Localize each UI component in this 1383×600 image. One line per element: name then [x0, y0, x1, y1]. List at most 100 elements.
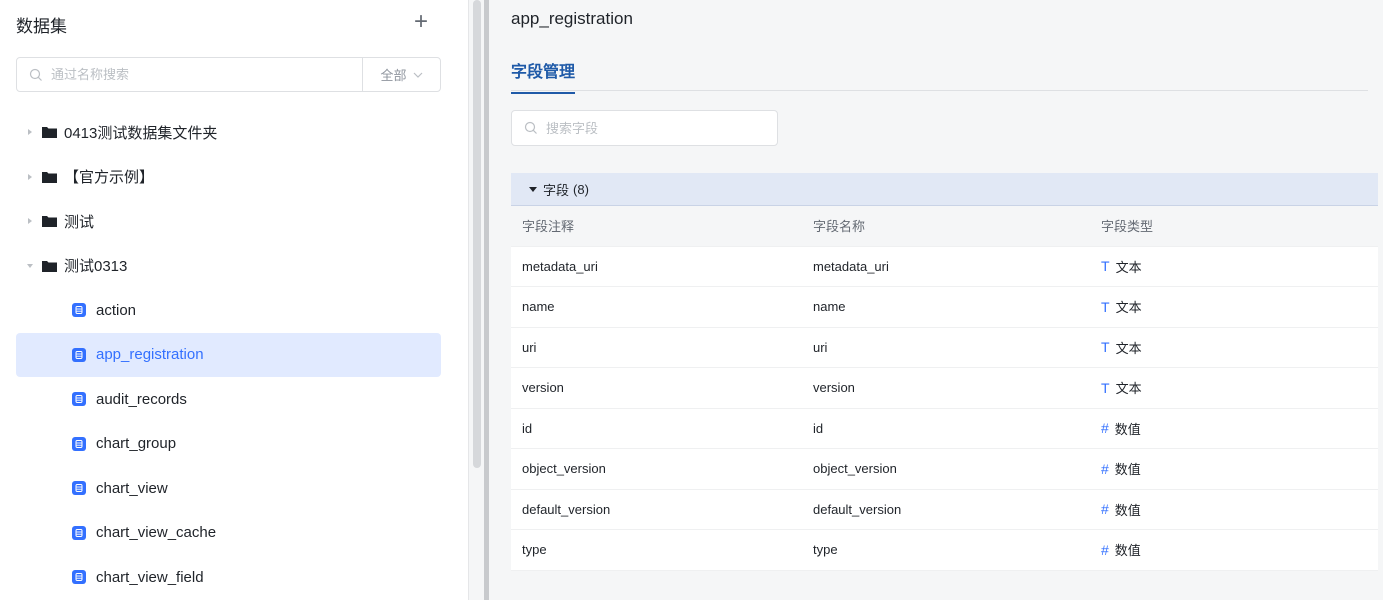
chevron-down-icon	[413, 72, 422, 78]
field-type-label: 文本	[1115, 381, 1142, 397]
field-comment-cell: object_version	[522, 461, 606, 477]
dataset-tree: 0413测试数据集文件夹 【官方示例】 测试 测试0313 action app…	[16, 110, 441, 600]
dataset-search-input[interactable]	[51, 67, 362, 82]
field-comment-cell: metadata_uri	[522, 258, 598, 274]
sidebar-title: 数据集	[16, 17, 67, 36]
field-type-label: 文本	[1115, 340, 1142, 356]
field-type-cell: # 数值	[1090, 419, 1141, 438]
text-type-icon: T	[1101, 339, 1110, 356]
tree-table-item[interactable]: chart_view_cache	[16, 511, 441, 556]
column-header-type: 字段类型	[1101, 219, 1154, 235]
caret-right-icon	[28, 129, 32, 136]
field-name-cell: default_version	[813, 501, 902, 517]
table-row: name name T 文本	[511, 287, 1378, 328]
number-type-icon: #	[1101, 501, 1109, 518]
dataset-search-box: 全部	[16, 57, 441, 92]
database-table-icon	[72, 436, 86, 451]
field-group-header[interactable]: 字段 (8)	[511, 173, 1378, 206]
caret-down-icon	[529, 187, 537, 192]
number-type-icon: #	[1101, 541, 1109, 558]
field-type-cell: # 数值	[1090, 540, 1141, 559]
table-row: version version T 文本	[511, 368, 1378, 409]
tree-folder-label: 测试0313	[64, 258, 128, 276]
tree-table-label: chart_view_cache	[96, 524, 217, 542]
field-type-cell: # 数值	[1090, 459, 1141, 478]
tree-folder-0413[interactable]: 0413测试数据集文件夹	[16, 110, 441, 155]
field-name-cell: type	[813, 542, 838, 558]
folder-icon	[42, 127, 57, 139]
caret-right-icon	[28, 173, 32, 180]
field-search-box	[511, 110, 778, 146]
search-icon	[524, 121, 537, 134]
tree-table-label: chart_group	[96, 435, 177, 453]
fields-table: 字段注释 字段名称 字段类型 metadata_uri metadata_uri…	[511, 206, 1378, 571]
field-name-cell: uri	[813, 339, 828, 355]
field-type-label: 数值	[1114, 421, 1141, 437]
text-type-icon: T	[1101, 379, 1110, 396]
field-type-label: 数值	[1114, 462, 1141, 478]
field-comment-cell: default_version	[522, 501, 611, 517]
table-header-row: 字段注释 字段名称 字段类型	[511, 206, 1378, 247]
number-type-icon: #	[1101, 460, 1109, 477]
field-comment-cell: name	[522, 299, 555, 315]
column-header-name: 字段名称	[813, 219, 866, 235]
filter-label: 全部	[380, 68, 407, 83]
field-type-cell: T 文本	[1090, 257, 1142, 276]
caret-down-icon	[27, 263, 33, 268]
tree-table-item-active[interactable]: app_registration	[16, 332, 441, 377]
column-header-comment: 字段注释	[522, 219, 575, 235]
caret-right-icon	[28, 218, 32, 225]
field-comment-cell: uri	[522, 339, 537, 355]
tab-field-management[interactable]: 字段管理	[511, 58, 576, 94]
text-type-icon: T	[1101, 298, 1110, 315]
field-type-label: 数值	[1114, 502, 1141, 518]
tree-folder-test[interactable]: 测试	[16, 199, 441, 244]
table-row: id id # 数值	[511, 408, 1378, 449]
text-type-icon: T	[1101, 258, 1110, 275]
number-type-icon: #	[1101, 420, 1109, 437]
field-type-label: 文本	[1115, 300, 1142, 316]
field-search-input[interactable]	[546, 120, 777, 136]
dataset-filter-select[interactable]: 全部	[362, 58, 440, 91]
tree-folder-label: 【官方示例】	[64, 169, 155, 187]
field-name-cell: object_version	[813, 461, 897, 477]
database-table-icon	[72, 303, 86, 318]
dataset-sidebar: 数据集 + 全部 0413测试数据集文件夹 【官方示例】 测试 测试0313	[0, 0, 469, 600]
table-row: object_version object_version # 数值	[511, 449, 1378, 490]
field-name-cell: id	[813, 420, 824, 436]
sidebar-scrollbar-thumb[interactable]	[473, 0, 481, 468]
folder-icon	[42, 171, 57, 183]
field-group-label: 字段	[543, 182, 570, 198]
tree-table-label: chart_view_field	[96, 568, 204, 586]
tree-table-label: audit_records	[96, 390, 187, 408]
field-group-count: (8)	[573, 181, 589, 197]
tree-folder-label: 测试	[64, 213, 95, 231]
database-table-icon	[72, 392, 86, 407]
tree-table-item[interactable]: chart_view	[16, 466, 441, 511]
tree-table-item[interactable]: chart_view_field	[16, 555, 441, 600]
tree-table-label: app_registration	[96, 346, 204, 364]
field-comment-cell: type	[522, 542, 547, 558]
field-type-label: 文本	[1115, 259, 1142, 275]
field-comment-cell: version	[522, 380, 564, 396]
field-type-label: 数值	[1114, 543, 1141, 559]
tab-divider	[511, 90, 1368, 91]
database-table-icon	[72, 570, 86, 585]
tree-folder-label: 0413测试数据集文件夹	[64, 124, 218, 142]
tree-folder-test0313[interactable]: 测试0313	[16, 244, 441, 289]
database-table-icon	[72, 525, 86, 540]
table-row: type type # 数值	[511, 530, 1378, 571]
field-name-cell: name	[813, 299, 846, 315]
field-type-cell: # 数值	[1090, 500, 1141, 519]
tree-table-item[interactable]: audit_records	[16, 377, 441, 422]
tree-folder-official-examples[interactable]: 【官方示例】	[16, 155, 441, 200]
field-name-cell: metadata_uri	[813, 258, 889, 274]
tree-table-label: action	[96, 301, 137, 319]
add-dataset-button[interactable]: +	[414, 10, 428, 34]
folder-icon	[42, 260, 57, 272]
tree-table-item[interactable]: action	[16, 288, 441, 333]
field-comment-cell: id	[522, 420, 533, 436]
table-row: metadata_uri metadata_uri T 文本	[511, 246, 1378, 287]
folder-icon	[42, 216, 57, 228]
tree-table-item[interactable]: chart_group	[16, 422, 441, 467]
